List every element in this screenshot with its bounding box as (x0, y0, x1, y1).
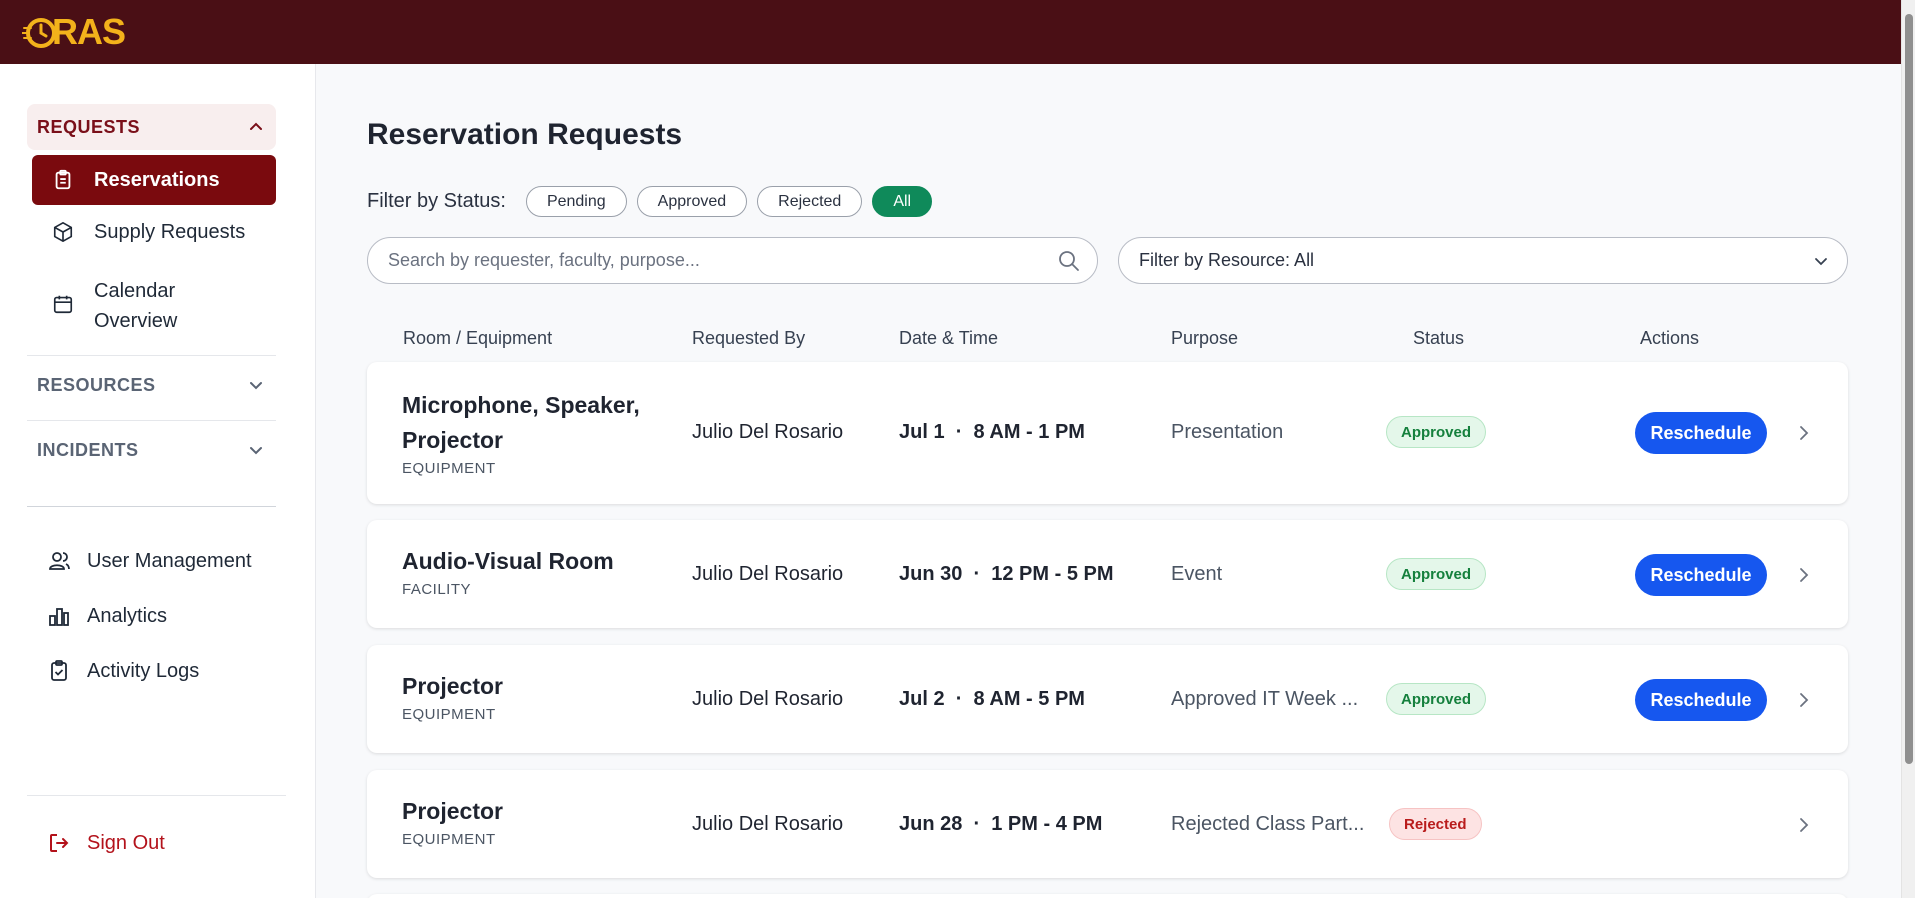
search-icon[interactable] (1057, 249, 1081, 273)
column-header-status: Status (1413, 328, 1465, 348)
chevron-up-icon (250, 122, 262, 130)
sidebar-item-activity-logs[interactable]: Activity Logs (27, 654, 199, 688)
date-time: Jul 2 · 8 AM - 5 PM (899, 688, 1085, 710)
column-header-purpose: Purpose (1171, 328, 1239, 348)
search-box (367, 237, 1098, 284)
table-row[interactable]: Audio-Visual Room FACILITY Julio Del Ros… (367, 520, 1848, 628)
divider (27, 355, 276, 356)
resource-type: FACILITY (402, 581, 472, 598)
sidebar-item-user-management[interactable]: User Management (27, 544, 252, 578)
resource-name: Microphone, Speaker, Projector (402, 392, 640, 453)
chevron-right-icon[interactable] (1794, 690, 1814, 710)
purpose: Rejected Class Part... (1171, 813, 1365, 835)
chevron-right-icon[interactable] (1794, 565, 1814, 585)
filter-rejected-chip[interactable]: Rejected (757, 186, 863, 217)
date-time: Jun 28 · 1 PM - 4 PM (899, 813, 1103, 835)
column-header-requested-by: Requested By (692, 328, 806, 348)
table-row[interactable]: Projector EQUIPMENT Julio Del Rosario Ju… (367, 645, 1848, 753)
search-input[interactable] (388, 250, 1057, 271)
status-filter-row: Filter by Status: Pending Approved Rejec… (367, 186, 942, 217)
sidebar-item-label: Activity Logs (87, 659, 200, 682)
status-badge: Approved (1386, 416, 1487, 448)
sign-out-icon (50, 834, 69, 852)
calendar-icon (53, 295, 73, 314)
clock-logo-icon (22, 18, 56, 48)
logo-text: RAS (52, 11, 126, 52)
resources-section-toggle[interactable]: RESOURCES (27, 362, 276, 408)
purpose: Approved IT Week ... (1171, 688, 1359, 710)
status-badge: Approved (1386, 683, 1487, 715)
top-bar: RAS (0, 0, 1915, 64)
purpose: Event (1171, 563, 1223, 585)
sidebar-item-label: User Management (87, 549, 252, 572)
divider (27, 506, 276, 507)
chevron-down-icon (250, 382, 262, 390)
divider (27, 420, 276, 421)
reschedule-button[interactable]: Reschedule (1635, 412, 1767, 454)
requester-name: Julio Del Rosario (692, 421, 844, 443)
chevron-right-icon[interactable] (1794, 423, 1814, 443)
chevron-down-icon (1815, 257, 1827, 265)
sidebar-item-reservations[interactable]: Reservations (32, 155, 276, 205)
sidebar-item-calendar-overview[interactable]: Calendar Overview (32, 276, 276, 332)
bar-chart-icon (49, 608, 69, 626)
reschedule-button[interactable]: Reschedule (1635, 554, 1767, 596)
resources-section-label: RESOURCES (37, 374, 156, 395)
column-header-room: Room / Equipment (403, 328, 553, 348)
sidebar: REQUESTS Reservations Supply Requests Ca… (0, 64, 316, 898)
filter-pending-chip[interactable]: Pending (525, 186, 627, 217)
filter-label: Filter by Status: (367, 190, 506, 212)
resource-name: Projector (402, 673, 503, 699)
purpose: Presentation (1171, 421, 1284, 443)
resource-filter-select[interactable]: Filter by Resource: All (1118, 237, 1848, 284)
resource-name: Projector (402, 798, 503, 824)
clipboard-icon (55, 169, 71, 190)
resource-name: Audio-Visual Room (402, 548, 614, 574)
table-row[interactable]: Projector EQUIPMENT Julio Del Rosario Ju… (367, 770, 1848, 878)
status-badge: Approved (1386, 558, 1487, 590)
users-icon (49, 552, 70, 570)
sidebar-item-label: Calendar Overview (94, 280, 178, 332)
requester-name: Julio Del Rosario (692, 813, 844, 835)
resource-type: EQUIPMENT (402, 831, 496, 848)
app-logo[interactable]: RAS (22, 10, 126, 54)
filter-all-chip[interactable]: All (872, 186, 933, 217)
chevron-right-icon[interactable] (1794, 815, 1814, 835)
date-time: Jun 30 · 12 PM - 5 PM (899, 563, 1114, 585)
table-row[interactable] (367, 894, 1848, 898)
sidebar-item-analytics[interactable]: Analytics (27, 599, 167, 633)
clipboard-check-icon (51, 660, 67, 681)
requester-name: Julio Del Rosario (692, 563, 844, 585)
reschedule-button[interactable]: Reschedule (1635, 679, 1767, 721)
incidents-section-label: INCIDENTS (37, 439, 139, 460)
divider (27, 795, 286, 796)
sidebar-item-supply-requests[interactable]: Supply Requests (32, 212, 276, 252)
sign-out-label: Sign Out (87, 831, 165, 854)
scrollbar-thumb[interactable] (1905, 14, 1913, 764)
chevron-down-icon (250, 447, 262, 455)
column-header-actions: Actions (1640, 328, 1700, 348)
column-header-date-time: Date & Time (899, 328, 999, 348)
sidebar-item-label: Supply Requests (94, 220, 246, 243)
page-title: Reservation Requests (367, 118, 683, 151)
sidebar-item-label: Reservations (94, 168, 220, 191)
resource-type: EQUIPMENT (402, 460, 496, 477)
status-badge: Rejected (1389, 808, 1482, 840)
requests-section-label: REQUESTS (37, 116, 141, 137)
date-time: Jul 1 · 8 AM - 1 PM (899, 421, 1085, 443)
filter-approved-chip[interactable]: Approved (636, 186, 748, 217)
page-scrollbar[interactable] (1901, 0, 1915, 898)
resource-filter-value: Filter by Resource: All (1139, 250, 1315, 270)
requests-section-toggle[interactable]: REQUESTS (27, 104, 276, 150)
resource-type: EQUIPMENT (402, 706, 496, 723)
main-content: Reservation Requests Filter by Status: P… (317, 64, 1901, 898)
table-row[interactable]: Microphone, Speaker, Projector EQUIPMENT… (367, 362, 1848, 504)
requester-name: Julio Del Rosario (692, 688, 844, 710)
sign-out-button[interactable]: Sign Out (27, 826, 165, 860)
box-icon (53, 222, 73, 242)
incidents-section-toggle[interactable]: INCIDENTS (27, 427, 276, 473)
sidebar-item-label: Analytics (87, 604, 168, 627)
